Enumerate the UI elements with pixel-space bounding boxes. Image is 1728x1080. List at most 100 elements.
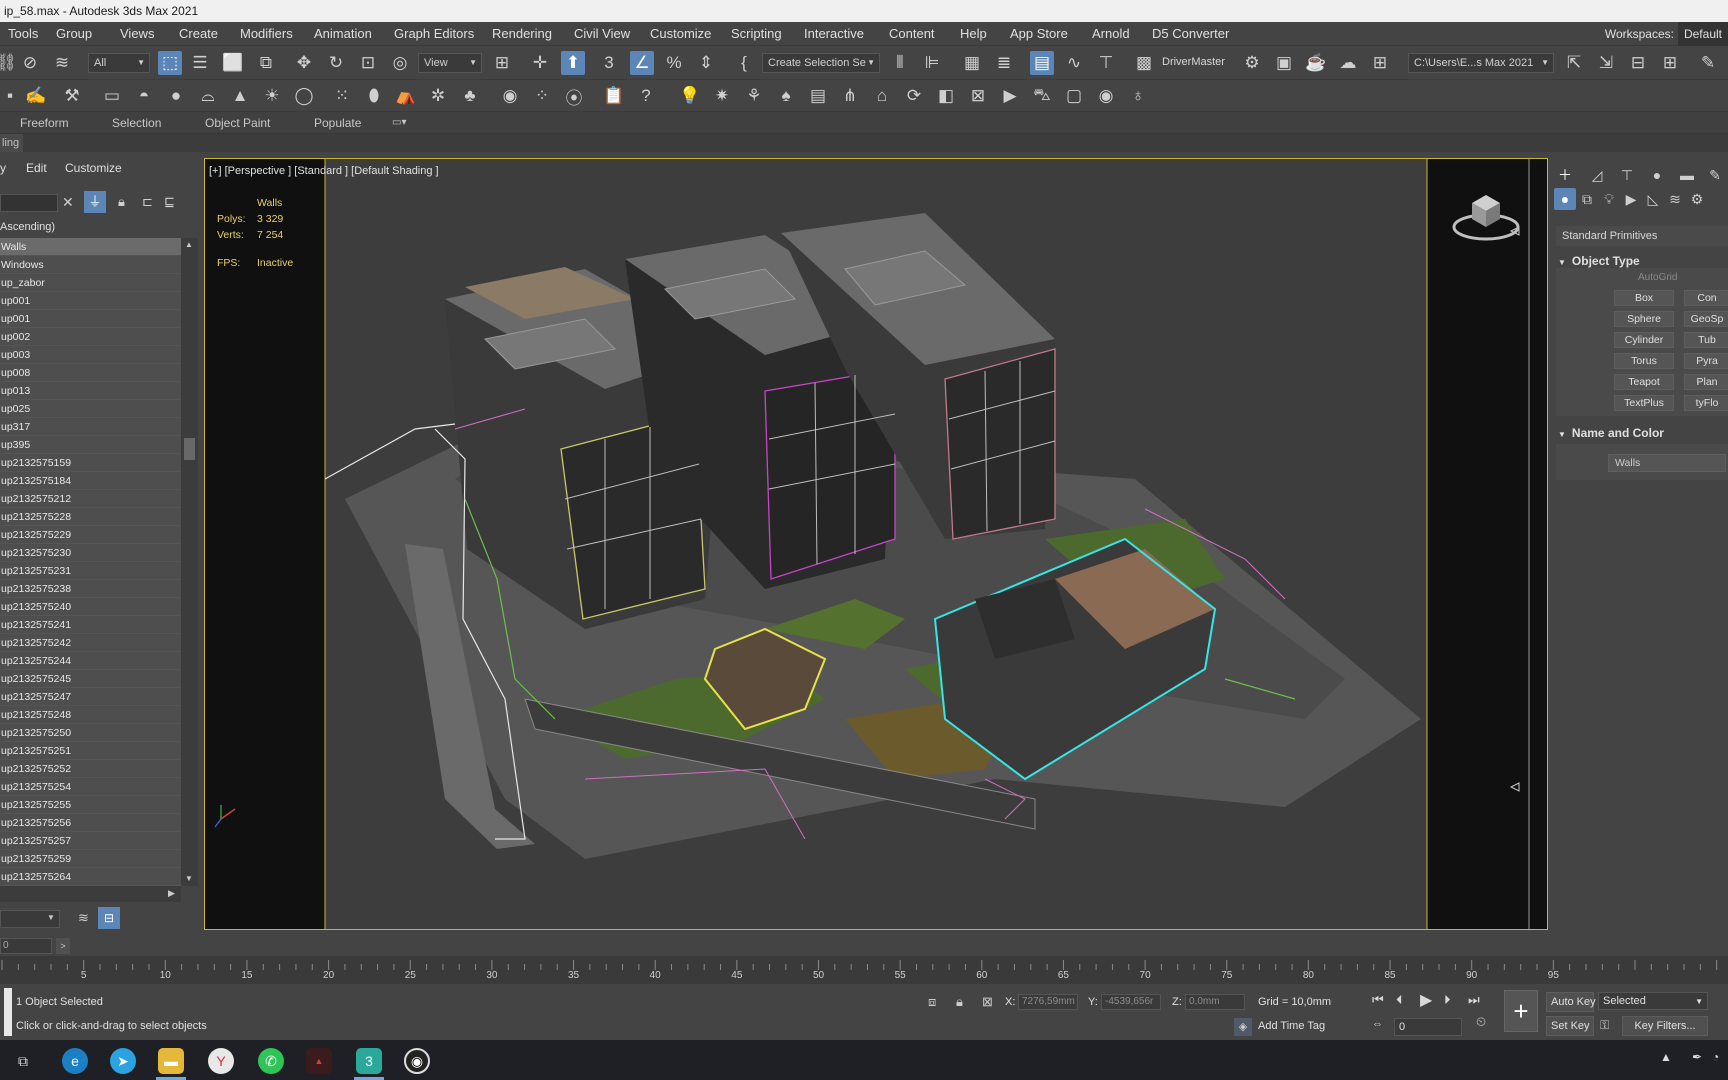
video-icon[interactable]: ▶: [998, 84, 1022, 108]
spinner-snap-icon[interactable]: ⇕: [694, 51, 718, 75]
time-tag-icon[interactable]: ◈: [1234, 1018, 1252, 1036]
explorer-bottom-field[interactable]: 0: [0, 938, 52, 954]
scene-object-row[interactable]: up002: [0, 328, 181, 346]
explorer-menu-customize[interactable]: Customize: [65, 161, 122, 175]
angle-snap-icon[interactable]: ∠: [630, 51, 654, 75]
render-icon[interactable]: ◧: [934, 84, 958, 108]
reference-coordinate-dropdown[interactable]: View ▼: [418, 53, 482, 73]
tray-chevron-icon[interactable]: ▲: [1660, 1050, 1672, 1064]
cylinder-button[interactable]: Cylinder: [1614, 332, 1674, 348]
ribbon-tab-object-paint[interactable]: Object Paint: [205, 112, 270, 134]
scene-object-row[interactable]: up2132575247: [0, 688, 181, 706]
scene-object-row[interactable]: up2132575241: [0, 616, 181, 634]
menu-scripting[interactable]: Scripting: [731, 22, 782, 46]
explorer-menu-display[interactable]: y: [0, 161, 6, 175]
create-tab-icon[interactable]: ＋: [1554, 164, 1576, 186]
mirror-icon[interactable]: ⫴: [888, 51, 912, 75]
scrollbar-thumb[interactable]: [184, 438, 195, 460]
scene-object-row[interactable]: up2132575240: [0, 598, 181, 616]
house-icon[interactable]: ⌂: [870, 84, 894, 108]
scene-object-row[interactable]: up025: [0, 400, 181, 418]
menu-content[interactable]: Content: [889, 22, 935, 46]
unlink-icon[interactable]: ⊘: [18, 51, 42, 75]
set-keys-icon[interactable]: +: [1504, 990, 1538, 1032]
rendered-frame-window-icon[interactable]: ▣: [1272, 51, 1296, 75]
scene-object-row[interactable]: up2132575228: [0, 508, 181, 526]
selection-set-dropdown[interactable]: Selected ▼: [1598, 992, 1708, 1010]
forest-icon[interactable]: ⋔: [838, 84, 862, 108]
close-icon[interactable]: ✕: [62, 194, 74, 211]
capsule-icon[interactable]: ⬮: [362, 84, 386, 108]
tube-button[interactable]: Tub: [1684, 332, 1728, 348]
particles-icon[interactable]: ⁙: [330, 84, 354, 108]
scene-object-row[interactable]: up003: [0, 346, 181, 364]
explorer-vertical-scrollbar[interactable]: ▲ ▼: [181, 238, 198, 886]
bowl-icon[interactable]: ⌓: [196, 84, 220, 108]
add-time-tag[interactable]: Add Time Tag: [1258, 1020, 1325, 1032]
gear-icon[interactable]: ✲: [426, 84, 450, 108]
workspaces-value[interactable]: Default: [1677, 22, 1728, 46]
paint-icon[interactable]: ✍: [24, 84, 48, 108]
scene-object-row[interactable]: up395: [0, 436, 181, 454]
auto-key-button[interactable]: Auto Key: [1546, 992, 1596, 1012]
geometry-category-dropdown[interactable]: Standard Primitives: [1556, 226, 1728, 246]
edit-named-selection-icon[interactable]: {: [732, 51, 756, 75]
hierarchy-tab-icon[interactable]: ⊤: [1616, 164, 1638, 186]
next-frame-icon[interactable]: ⏵: [1444, 992, 1451, 1008]
yandex-browser-icon[interactable]: Y: [208, 1048, 234, 1074]
geometry-icon[interactable]: ●: [1554, 188, 1576, 210]
file-explorer-icon[interactable]: ▬: [158, 1048, 184, 1074]
perspective-viewport[interactable]: [+] [Perspective ] [Standard ] [Default …: [204, 158, 1548, 930]
explorer-search-input[interactable]: [0, 194, 58, 212]
menu-modifiers[interactable]: Modifiers: [240, 22, 293, 46]
menu-d5-converter[interactable]: D5 Converter: [1152, 22, 1229, 46]
car-icon[interactable]: ⛍: [1030, 84, 1054, 108]
autogrid-checkbox[interactable]: AutoGrid: [1638, 272, 1677, 283]
scene-object-row[interactable]: Windows: [0, 256, 181, 274]
time-config-icon[interactable]: ⏲: [1476, 1014, 1486, 1030]
toggle-ribbon-icon[interactable]: ▤: [1030, 51, 1054, 75]
menu-views[interactable]: Views: [120, 22, 154, 46]
play-icon[interactable]: ▶: [1420, 990, 1432, 1010]
scene-object-row[interactable]: up2132575238: [0, 580, 181, 598]
snaps-toggle-icon[interactable]: 3: [597, 51, 621, 75]
dots-icon[interactable]: ⁘: [530, 84, 554, 108]
object-type-rollout-header[interactable]: ▼ Object Type: [1558, 254, 1640, 268]
explorer-horizontal-scrollbar[interactable]: ▶: [0, 886, 181, 902]
y-coordinate-field[interactable]: -4539,656r: [1101, 994, 1161, 1010]
menu-tools[interactable]: Tools: [8, 22, 38, 46]
sun-light-icon[interactable]: ✷: [710, 84, 734, 108]
plane-icon[interactable]: ▭: [100, 84, 124, 108]
scroll-up-icon[interactable]: ▲: [185, 240, 193, 249]
select-object-icon[interactable]: ⬚: [158, 51, 182, 75]
menu-interactive[interactable]: Interactive: [804, 22, 864, 46]
drivermaster-label[interactable]: DriverMaster: [1162, 56, 1225, 68]
menu-app-store[interactable]: App Store: [1010, 22, 1068, 46]
modify-tab-icon[interactable]: ◿: [1586, 164, 1608, 186]
x-coordinate-field[interactable]: 7276,59mm: [1018, 994, 1078, 1010]
render-grid-icon[interactable]: ⊞: [1368, 51, 1392, 75]
crosshair-icon[interactable]: ✛: [528, 51, 552, 75]
dome-icon[interactable]: ◓: [132, 84, 156, 108]
name-and-color-rollout-header[interactable]: ▼ Name and Color: [1558, 426, 1664, 440]
bind-spacewarp-icon[interactable]: ≋: [50, 51, 74, 75]
edge-browser-icon[interactable]: e: [62, 1048, 88, 1074]
scene-object-row[interactable]: up2132575256: [0, 814, 181, 832]
ribbon-tab-selection[interactable]: Selection: [112, 112, 161, 134]
helpers-icon[interactable]: ◺: [1642, 188, 1664, 210]
isolate-selection-icon[interactable]: ⧈: [928, 994, 936, 1010]
whatsapp-icon[interactable]: ✆: [258, 1048, 284, 1074]
settings-icon[interactable]: ⚒: [60, 84, 84, 108]
amd-software-icon[interactable]: ▲: [306, 1048, 332, 1074]
plant-icon[interactable]: ♣: [458, 84, 482, 108]
shapes-icon[interactable]: ⧉: [1576, 188, 1598, 210]
help-icon[interactable]: ?: [634, 84, 658, 108]
tent-icon[interactable]: ⛺: [394, 84, 418, 108]
hierarchy-icon[interactable]: ⊏: [142, 194, 153, 210]
scene-object-row[interactable]: up2132575250: [0, 724, 181, 742]
spheres-icon[interactable]: ⦿: [562, 84, 586, 108]
tree-icon[interactable]: ♠: [774, 84, 798, 108]
globe-icon[interactable]: ◉: [498, 84, 522, 108]
explorer-layer-dropdown[interactable]: ▼: [0, 910, 60, 928]
frame-icon[interactable]: ⊠: [966, 84, 990, 108]
